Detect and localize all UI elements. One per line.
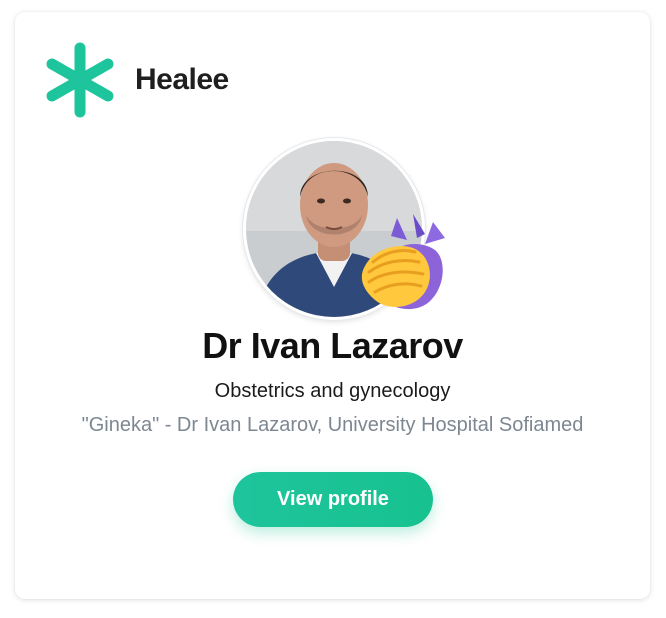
doctor-card: Healee Dr Ivan Lazarov Obstetrics and gy… <box>15 12 650 599</box>
brand-name: Healee <box>135 63 229 96</box>
doctor-specialty: Obstetrics and gynecology <box>214 380 451 402</box>
avatar-group <box>243 138 463 328</box>
clapping-hands-icon <box>361 214 445 310</box>
doctor-clinic: "Gineka" - Dr Ivan Lazarov, University H… <box>81 414 584 436</box>
view-profile-button[interactable]: View profile <box>233 472 433 527</box>
brand-header: Healee <box>43 40 229 120</box>
asterisk-logo-icon <box>46 42 114 118</box>
doctor-name: Dr Ivan Lazarov <box>202 325 463 366</box>
